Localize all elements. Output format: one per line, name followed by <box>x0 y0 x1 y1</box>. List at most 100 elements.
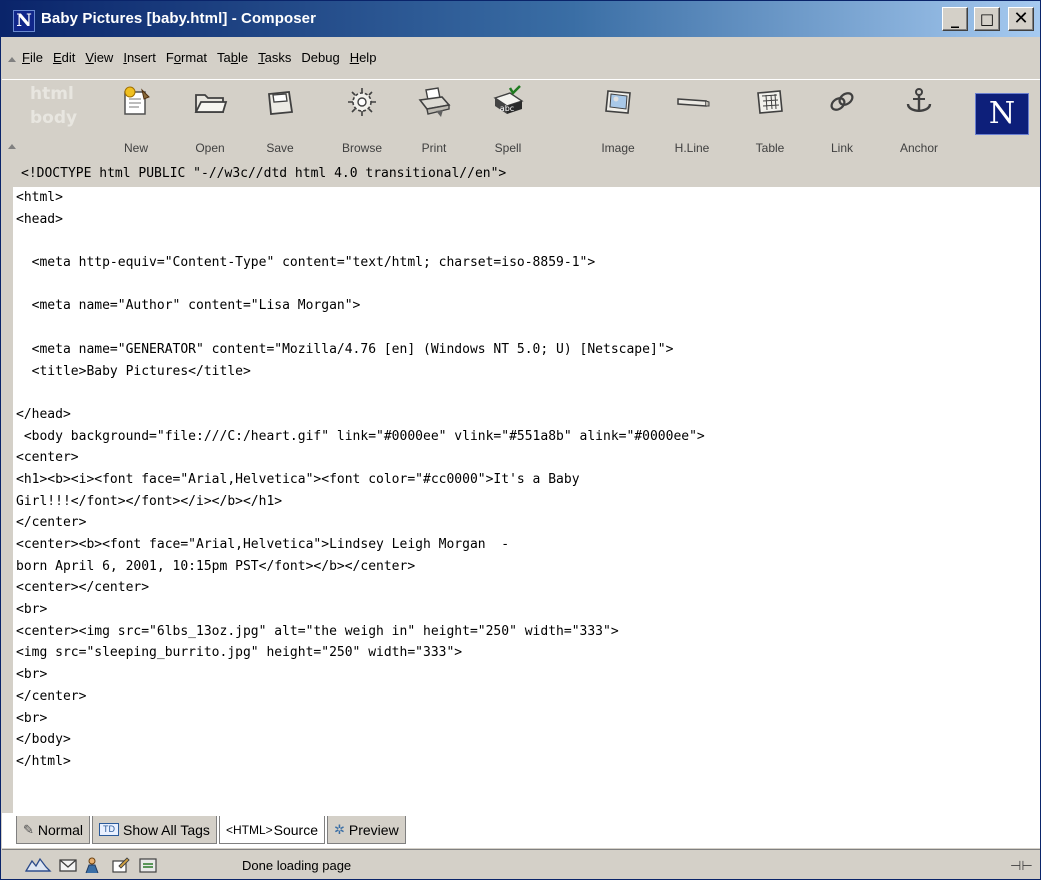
source-line[interactable]: <center><b><font face="Arial,Helvetica">… <box>16 534 1040 556</box>
print-button[interactable]: Print <box>406 84 462 156</box>
status-message: Done loading page <box>242 858 352 873</box>
menu-format[interactable]: Format <box>166 50 207 65</box>
menu-insert[interactable]: Insert <box>123 50 156 65</box>
open-button[interactable]: Open <box>182 84 238 156</box>
menu-insert-label: nsert <box>126 50 156 65</box>
people-icon[interactable] <box>82 856 102 874</box>
source-line[interactable] <box>16 382 1040 404</box>
source-line[interactable]: </body> <box>16 729 1040 751</box>
edit-mode-tab-bar: ✎ Normal TD Show All Tags <HTML> Source … <box>2 813 1040 848</box>
menu-help-label: elp <box>359 50 377 65</box>
tab-normal-label: Normal <box>37 821 84 838</box>
netscape-n-icon: N <box>13 10 35 32</box>
tab-normal[interactable]: ✎ Normal <box>16 816 91 844</box>
source-line[interactable] <box>16 230 1040 252</box>
menu-file-label: ile <box>29 50 43 65</box>
print-label: Print <box>421 141 447 155</box>
menu-table[interactable]: Table <box>217 50 248 65</box>
source-line[interactable]: </head> <box>16 404 1040 426</box>
source-line[interactable]: <center><img src="6lbs_13oz.jpg" alt="th… <box>16 621 1040 643</box>
source-line[interactable]: </center> <box>16 686 1040 708</box>
source-line[interactable]: <center></center> <box>16 577 1040 599</box>
netscape-logo-icon[interactable]: N <box>975 93 1029 135</box>
menu-tasks[interactable]: Tasks <box>258 50 291 65</box>
spell-label: Spell <box>494 141 522 155</box>
source-line[interactable]: </html> <box>16 751 1040 773</box>
menu-edit-label: dit <box>61 50 76 65</box>
mail-icon[interactable] <box>58 856 78 874</box>
menu-format-label-b: rmat <box>181 50 208 65</box>
source-line[interactable]: <title>Baby Pictures</title> <box>16 361 1040 383</box>
source-line[interactable]: <img src="sleeping_burrito.jpg" height="… <box>16 642 1040 664</box>
menu-table-label-a: Ta <box>217 50 231 65</box>
menu-view[interactable]: View <box>85 50 113 65</box>
preview-icon: ✲ <box>333 821 345 837</box>
source-line[interactable]: <h1><b><i><font face="Arial,Helvetica"><… <box>16 469 1040 491</box>
menu-format-label-a: F <box>165 50 174 65</box>
source-editor[interactable]: <!DOCTYPE html PUBLIC "-//w3c//dtd html … <box>13 161 1040 813</box>
tab-preview[interactable]: ✲ Preview <box>326 816 406 844</box>
navigator-icon[interactable] <box>24 856 52 874</box>
horizontal-line-icon <box>677 98 710 107</box>
address-book-icon[interactable] <box>138 856 158 874</box>
menu-file[interactable]: File <box>22 50 43 65</box>
menu-collapse-grip-icon[interactable] <box>8 57 16 62</box>
table-button[interactable]: Table <box>742 84 798 156</box>
source-line[interactable]: <center> <box>16 447 1040 469</box>
minimize-button[interactable]: _ <box>942 7 968 31</box>
composer-icon[interactable] <box>110 856 130 874</box>
tab-show-all-tags[interactable]: TD Show All Tags <box>92 816 217 844</box>
maximize-button[interactable]: □ <box>974 7 1000 31</box>
tab-preview-label: Preview <box>348 821 399 838</box>
open-label: Open <box>195 141 225 155</box>
menu-tasks-label: asks <box>264 50 292 65</box>
image-button[interactable]: Image <box>590 84 646 156</box>
menu-table-label-b: le <box>238 50 249 65</box>
source-line[interactable]: </center> <box>16 512 1040 534</box>
html-source-text[interactable]: <html> <head> <meta http-equiv="Content-T… <box>13 187 1040 813</box>
title-bar[interactable]: N Baby Pictures [baby.html] - Composer _… <box>1 1 1040 37</box>
source-line[interactable]: <meta name="GENERATOR" content="Mozilla/… <box>16 339 1040 361</box>
new-button[interactable]: New <box>108 84 164 156</box>
menu-edit[interactable]: Edit <box>53 50 75 65</box>
tab-source[interactable]: <HTML> Source <box>218 816 325 844</box>
source-line[interactable]: <br> <box>16 599 1040 621</box>
source-line[interactable]: <meta http-equiv="Content-Type" content=… <box>16 252 1040 274</box>
source-line[interactable] <box>16 274 1040 296</box>
status-bar: Done loading page ⊣⊢ <box>2 849 1040 879</box>
tab-show-all-tags-label: Show All Tags <box>123 821 210 838</box>
new-page-icon <box>124 86 150 115</box>
connection-plug-icon[interactable]: ⊣⊢ <box>1010 859 1033 874</box>
menu-debug[interactable]: Debug <box>301 50 339 65</box>
anchor-icon <box>906 88 932 112</box>
link-chain-icon <box>830 92 854 111</box>
source-line[interactable]: <br> <box>16 708 1040 730</box>
composition-toolbar: html body New Open Save Browse Print abc… <box>2 79 1040 161</box>
link-button[interactable]: Link <box>814 84 870 156</box>
image-icon <box>605 90 631 114</box>
source-line[interactable]: Girl!!!</font></font></i></b></h1> <box>16 491 1040 513</box>
spellcheck-icon: abc <box>493 85 524 114</box>
source-line[interactable]: <meta name="Author" content="Lisa Morgan… <box>16 295 1040 317</box>
hline-button[interactable]: H.Line <box>664 84 720 156</box>
anchor-button[interactable]: Anchor <box>891 84 947 156</box>
html-tag-icon: <HTML> <box>225 822 273 837</box>
source-line[interactable]: <br> <box>16 664 1040 686</box>
hline-label: H.Line <box>674 141 710 155</box>
source-line[interactable]: <html> <box>16 187 1040 209</box>
source-line[interactable]: <body background="file:///C:/heart.gif" … <box>16 426 1040 448</box>
spell-button[interactable]: abc Spell <box>480 84 536 156</box>
menu-help[interactable]: Help <box>350 50 377 65</box>
printer-icon <box>418 87 451 117</box>
source-line[interactable]: <head> <box>16 209 1040 231</box>
browse-gear-icon <box>348 88 376 116</box>
save-button[interactable]: Save <box>252 84 308 156</box>
toolbar-collapse-grip-icon[interactable] <box>8 144 16 149</box>
source-line[interactable] <box>16 317 1040 339</box>
source-line[interactable]: born April 6, 2001, 10:15pm PST</font></… <box>16 556 1040 578</box>
new-label: New <box>123 141 148 155</box>
browse-button[interactable]: Browse <box>334 84 390 156</box>
close-button[interactable]: ✕ <box>1008 7 1034 31</box>
composer-window: N Baby Pictures [baby.html] - Composer _… <box>0 0 1041 880</box>
doctype-line: <!DOCTYPE html PUBLIC "-//w3c//dtd html … <box>13 161 1040 187</box>
